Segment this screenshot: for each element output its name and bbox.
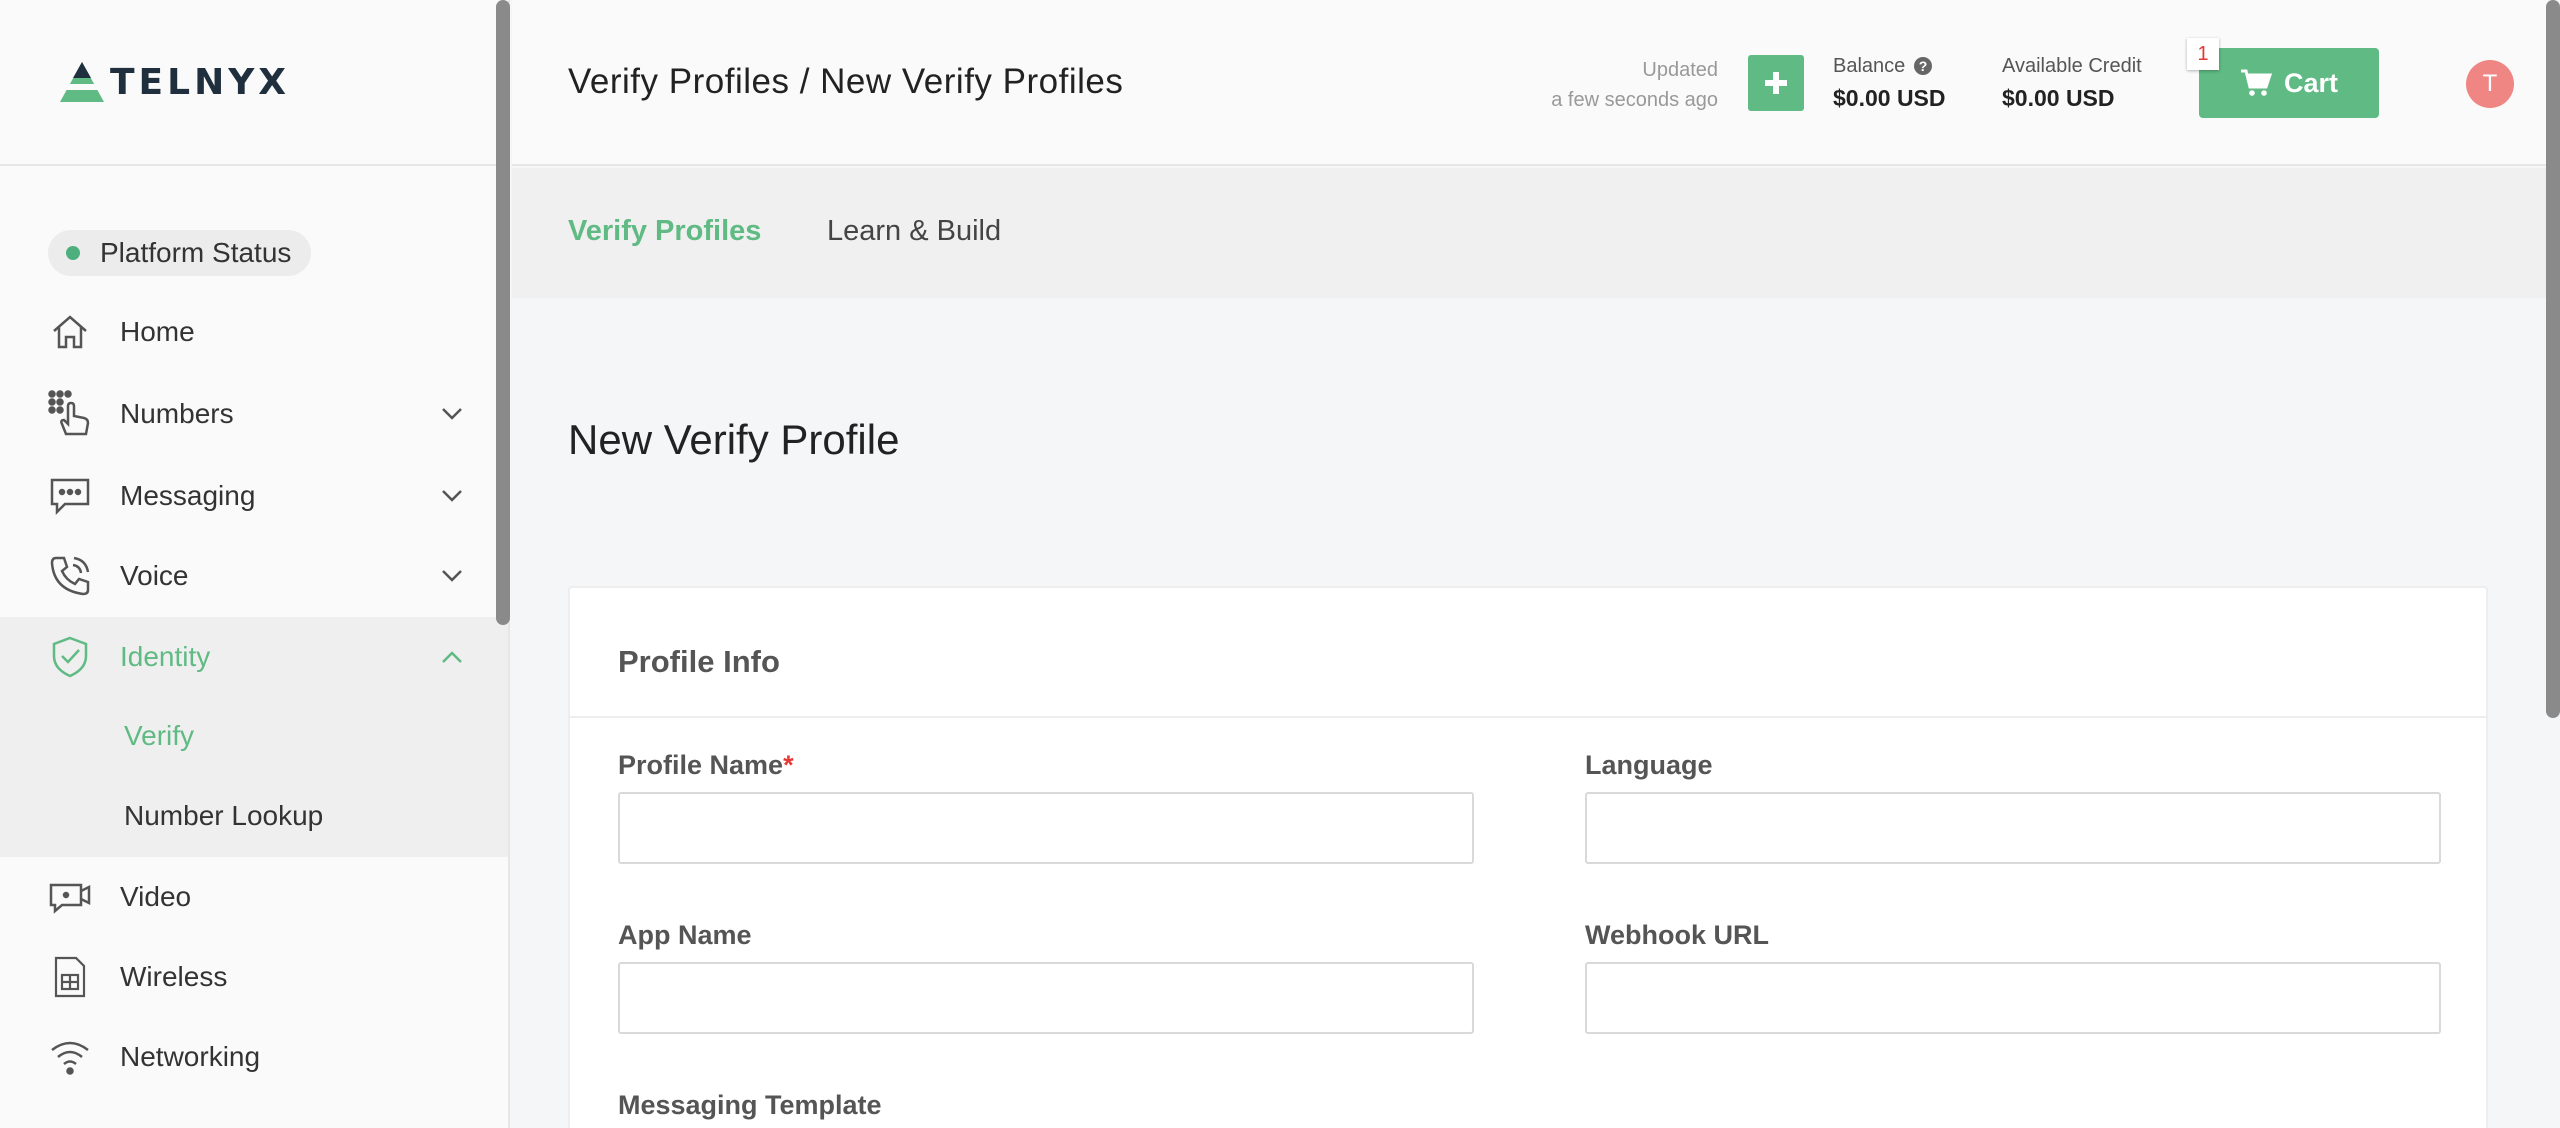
card-divider <box>570 716 2486 718</box>
tab-bar: Verify Profiles Learn & Build <box>512 168 2546 298</box>
sidebar-item-video[interactable]: Video <box>0 857 508 937</box>
video-icon <box>48 875 92 919</box>
sidebar-item-voice[interactable]: Voice <box>0 536 508 616</box>
sidebar-item-home[interactable]: Home <box>0 292 508 372</box>
home-icon <box>48 310 92 354</box>
svg-text:?: ? <box>1919 58 1928 74</box>
logo-text: TELNYX <box>110 61 291 103</box>
balance-display: Balance ? $0.00 USD <box>1833 50 1946 114</box>
telnyx-logo[interactable]: TELNYX <box>58 60 290 104</box>
chevron-up-icon[interactable] <box>438 643 466 671</box>
chevron-down-icon[interactable] <box>438 400 466 428</box>
app-name-label: App Name <box>618 920 752 950</box>
numbers-icon <box>48 390 92 436</box>
sidebar-item-networking[interactable]: Networking <box>0 1017 508 1097</box>
help-icon[interactable]: ? <box>1913 56 1933 76</box>
credit-display: Available Credit $0.00 USD <box>2002 50 2142 114</box>
tab-learn-build[interactable]: Learn & Build <box>827 215 1001 248</box>
sidebar-item-identity[interactable]: Identity <box>0 617 508 697</box>
main-scrollbar[interactable] <box>2546 0 2560 718</box>
updated-status: Updated a few seconds ago <box>1551 55 1718 115</box>
sidebar-item-label: Messaging <box>120 480 256 511</box>
profile-info-card: Profile Info Profile Name* Language App … <box>568 586 2488 1128</box>
credit-label: Available Credit <box>2002 55 2142 77</box>
plus-icon <box>1765 72 1787 94</box>
sidebar-item-label: Networking <box>120 1041 261 1072</box>
sidebar-item-label: Identity <box>120 641 211 672</box>
chevron-down-icon[interactable] <box>438 482 466 510</box>
sidebar-item-numbers[interactable]: Numbers <box>0 374 508 454</box>
telnyx-logo-icon <box>58 62 106 102</box>
balance-label: Balance <box>1833 55 1906 77</box>
card-title: Profile Info <box>618 644 780 679</box>
sidebar-item-label: Numbers <box>120 398 234 429</box>
balance-value: $0.00 USD <box>1833 85 1946 111</box>
cart-button[interactable]: Cart <box>2199 48 2379 118</box>
credit-value: $0.00 USD <box>2002 85 2115 111</box>
add-funds-button[interactable] <box>1748 55 1804 111</box>
sidebar-scrollbar[interactable] <box>496 0 510 625</box>
sidebar-item-label: Home <box>120 316 195 347</box>
sidebar-subitem-verify[interactable]: Verify <box>124 720 194 752</box>
language-input[interactable] <box>1585 792 2441 864</box>
platform-status-label: Platform Status <box>100 237 292 268</box>
cart-label: Cart <box>2283 67 2338 98</box>
cart-icon <box>2240 69 2272 96</box>
cart-count-badge: 1 <box>2187 38 2219 70</box>
sidebar-item-label: Voice <box>120 560 189 591</box>
tab-verify-profiles[interactable]: Verify Profiles <box>568 215 761 248</box>
shield-check-icon <box>48 635 92 679</box>
sidebar: TELNYX Platform Status Home Numbers Mess… <box>0 0 510 1128</box>
updated-label: Updated <box>1642 59 1718 81</box>
profile-name-label-text: Profile Name <box>618 750 784 780</box>
wifi-icon <box>48 1035 92 1079</box>
updated-time: a few seconds ago <box>1551 89 1718 111</box>
page-title: New Verify Profile <box>568 416 900 463</box>
profile-name-input[interactable] <box>618 792 1474 864</box>
webhook-url-input[interactable] <box>1585 962 2441 1034</box>
messaging-icon <box>48 474 92 518</box>
voice-icon <box>48 554 92 598</box>
profile-name-label: Profile Name* <box>618 750 794 781</box>
avatar[interactable]: T <box>2466 60 2514 108</box>
chevron-down-icon[interactable] <box>438 562 466 590</box>
logo-area: TELNYX <box>0 0 508 166</box>
app-name-input[interactable] <box>618 962 1474 1034</box>
sidebar-item-label: Video <box>120 881 192 912</box>
sidebar-subitem-number-lookup[interactable]: Number Lookup <box>124 800 323 832</box>
required-marker: * <box>783 750 794 780</box>
messaging-template-label: Messaging Template <box>618 1090 882 1120</box>
platform-status[interactable]: Platform Status <box>48 230 312 276</box>
language-label: Language <box>1585 750 1713 780</box>
webhook-url-label: Webhook URL <box>1585 920 1769 950</box>
sidebar-item-wireless[interactable]: Wireless <box>0 937 508 1017</box>
sim-card-icon <box>48 955 92 999</box>
top-header: Verify Profiles / New Verify Profiles Up… <box>512 0 2548 166</box>
status-dot-icon <box>66 246 80 260</box>
breadcrumb: Verify Profiles / New Verify Profiles <box>568 62 1124 101</box>
sidebar-item-label: Wireless <box>120 961 228 992</box>
sidebar-item-messaging[interactable]: Messaging <box>0 456 508 536</box>
